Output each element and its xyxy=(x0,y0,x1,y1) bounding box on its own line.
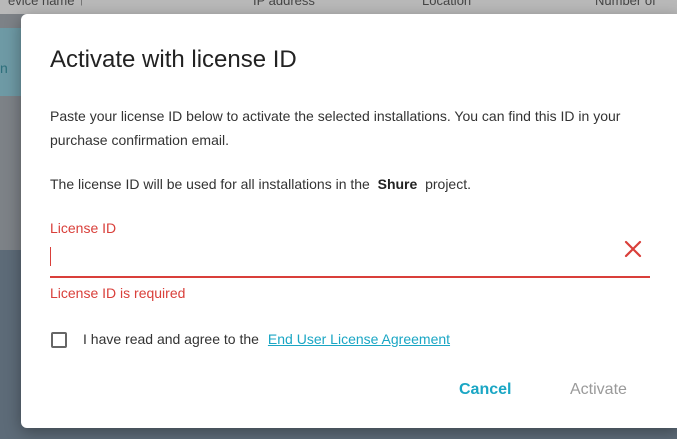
project-info-text: The license ID will be used for all inst… xyxy=(50,176,471,192)
close-icon xyxy=(624,240,642,258)
project-info-suffix: project. xyxy=(425,176,471,192)
eula-link[interactable]: End User License Agreement xyxy=(268,331,450,347)
eula-checkbox[interactable] xyxy=(51,332,67,348)
column-header-device-name: evice name ↑ xyxy=(8,0,85,8)
license-id-underline xyxy=(50,276,650,278)
activate-button[interactable]: Activate xyxy=(570,381,627,399)
project-name: Shure xyxy=(377,176,418,192)
project-info-prefix: The license ID will be used for all inst… xyxy=(50,176,370,192)
background-band-text: n xyxy=(0,60,8,76)
eula-agreement-text: I have read and agree to the xyxy=(83,331,259,347)
text-cursor xyxy=(50,247,51,266)
column-header-location: Location xyxy=(422,0,472,8)
license-id-error: License ID is required xyxy=(50,285,186,301)
clear-input-button[interactable] xyxy=(622,238,644,260)
dialog-description: Paste your license ID below to activate … xyxy=(50,108,621,148)
license-id-label: License ID xyxy=(50,220,117,236)
background-table-header: evice name ↑ IP address Location Number … xyxy=(0,0,677,14)
column-header-ip-address: IP address xyxy=(253,0,315,8)
activate-license-dialog: Activate with license ID Paste your lice… xyxy=(21,14,677,428)
column-header-number: Number of xyxy=(595,0,656,8)
cancel-button[interactable]: Cancel xyxy=(459,381,511,399)
dialog-title: Activate with license ID xyxy=(50,46,297,73)
eula-agreement: I have read and agree to the End User Lic… xyxy=(83,331,450,347)
license-id-input[interactable] xyxy=(50,242,620,272)
